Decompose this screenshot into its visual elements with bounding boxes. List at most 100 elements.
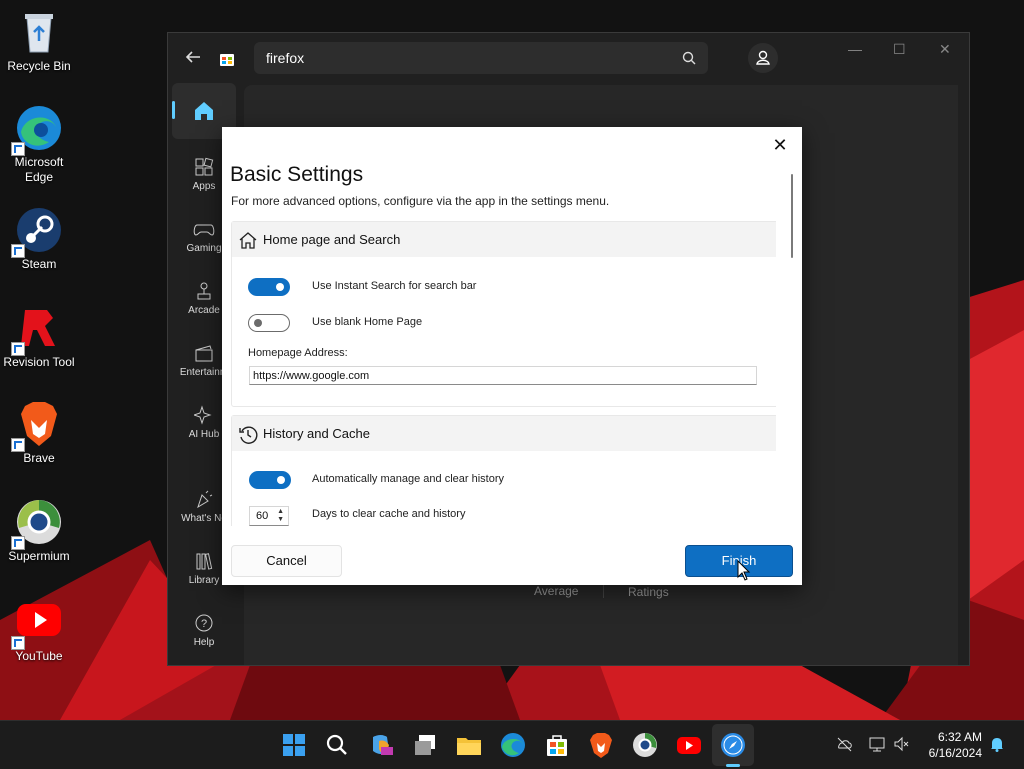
sidebar-label: Gaming [186, 243, 222, 254]
arcade-icon [197, 282, 211, 300]
toggle-row-auto-history: Automatically manage and clear history [232, 471, 772, 493]
back-button[interactable] [184, 48, 204, 68]
mouse-pointer-icon [737, 560, 751, 581]
toggle-row-blank-home: Use blank Home Page [232, 314, 772, 336]
file-explorer-icon[interactable] [455, 731, 483, 759]
desktop-icon-steam[interactable]: Steam [0, 206, 78, 272]
dialog-subtitle: For more advanced options, configure via… [231, 194, 610, 208]
home-outline-icon [239, 232, 257, 249]
cancel-button[interactable]: Cancel [231, 545, 342, 577]
desktop-icon-revision-tool[interactable]: Revision Tool [0, 304, 78, 370]
desktop-icon-supermium[interactable]: Supermium [0, 498, 78, 564]
task-view-icon[interactable] [411, 731, 439, 759]
dialog-title: Basic Settings [230, 163, 364, 186]
blank-home-toggle[interactable] [248, 314, 290, 332]
gaming-icon [193, 224, 215, 236]
help-icon: ? [195, 614, 213, 632]
ai-hub-icon [194, 405, 212, 425]
basic-settings-dialog: ✕ Basic Settings For more advanced optio… [222, 127, 802, 585]
home-icon [195, 102, 213, 120]
sidebar-label: Apps [192, 181, 216, 192]
sidebar-label: Library [188, 575, 220, 586]
sidebar-label: What's Ne [181, 513, 227, 524]
store-logo-icon [218, 49, 236, 67]
brave-taskbar-icon[interactable] [587, 731, 615, 759]
supermium-icon [11, 498, 63, 550]
clock-time: 6:32 AM [937, 730, 982, 744]
divider [603, 584, 604, 598]
youtube-icon [11, 598, 63, 650]
volume-muted-icon[interactable] [893, 735, 911, 753]
close-dialog-button[interactable]: ✕ [770, 135, 790, 155]
edge-icon [11, 104, 63, 156]
shortcut-arrow-icon [11, 536, 25, 550]
store-search-input[interactable]: firefox [254, 42, 708, 74]
section-header: History and Cache [232, 416, 776, 451]
stepper-label: Days to clear cache and history [312, 508, 466, 520]
desktop-icon-label: Microsoft Edge [14, 155, 64, 184]
average-label: Average [534, 584, 579, 598]
taskbar: 6:32 AM 6/16/2024 [0, 720, 1024, 769]
homepage-address-label: Homepage Address: [248, 347, 348, 359]
shortcut-arrow-icon [11, 438, 25, 452]
section-home-search: Home page and Search Use Instant Search … [231, 221, 776, 407]
maximize-button[interactable]: ☐ [893, 41, 906, 58]
edge-taskbar-icon[interactable] [499, 731, 527, 759]
recycle-bin-icon [15, 8, 63, 56]
toggle-label: Use Instant Search for search bar [312, 280, 477, 292]
desktop-icon-label: Steam [21, 257, 57, 271]
network-icon[interactable] [868, 735, 886, 753]
notification-bell-icon[interactable] [988, 735, 1006, 753]
section-title: History and Cache [263, 426, 370, 441]
brave-icon [11, 400, 63, 452]
desktop-icon-edge[interactable]: Microsoft Edge [0, 104, 78, 185]
days-stepper-row: 60 ▲ ▼ Days to clear cache and history [232, 506, 772, 526]
sidebar-label: Entertainm [179, 367, 229, 378]
ratings-label: Ratings [628, 585, 669, 599]
shortcut-arrow-icon [11, 142, 25, 156]
supermium-taskbar-icon[interactable] [631, 731, 659, 759]
active-app-indicator [726, 764, 740, 767]
close-window-button[interactable]: ✕ [939, 41, 951, 58]
account-button[interactable] [748, 43, 778, 73]
whats-new-icon [197, 490, 213, 509]
desktop-icon-recycle-bin[interactable]: Recycle Bin [0, 8, 78, 74]
desktop-icon-brave[interactable]: Brave [0, 400, 78, 466]
instant-search-toggle[interactable] [248, 278, 290, 296]
section-title: Home page and Search [263, 232, 401, 247]
desktop-icon-label: Revision Tool [3, 355, 75, 369]
steam-icon [11, 206, 63, 258]
library-icon [196, 553, 213, 570]
entertainment-icon [195, 345, 213, 362]
search-icon[interactable] [323, 731, 351, 759]
cloud-offline-icon[interactable] [835, 735, 853, 753]
taskbar-clock[interactable]: 6:32 AM 6/16/2024 [929, 729, 982, 761]
search-value: firefox [266, 50, 305, 66]
toggle-row-instant-search: Use Instant Search for search bar [232, 278, 772, 300]
stepper-arrows-icon[interactable]: ▲ ▼ [277, 508, 284, 524]
sidebar-label: Arcade [188, 305, 220, 316]
active-indicator [172, 101, 175, 119]
compass-app-icon[interactable] [719, 731, 747, 759]
copilot-icon[interactable] [367, 731, 395, 759]
sidebar-item-help[interactable]: ? Help [168, 613, 240, 648]
back-arrow-icon [185, 51, 200, 63]
scrollbar-thumb[interactable] [791, 174, 793, 258]
desktop-icon-label: Supermium [8, 549, 70, 563]
desktop-icon-label: Brave [23, 451, 55, 465]
auto-history-toggle[interactable] [249, 471, 291, 489]
shortcut-arrow-icon [11, 342, 25, 356]
apps-icon [195, 157, 214, 176]
days-stepper[interactable]: 60 ▲ ▼ [249, 506, 289, 526]
search-icon[interactable] [682, 51, 696, 65]
homepage-address-input[interactable]: https://www.google.com [249, 366, 757, 385]
stepper-value: 60 [256, 510, 269, 522]
youtube-taskbar-icon[interactable] [675, 731, 703, 759]
sidebar-label: Help [193, 637, 215, 648]
desktop-icon-youtube[interactable]: YouTube [0, 598, 78, 664]
start-icon[interactable] [280, 731, 308, 759]
minimize-button[interactable]: — [848, 41, 862, 57]
desktop-icon-label: YouTube [15, 649, 63, 663]
section-history-cache: History and Cache Automatically manage a… [231, 415, 776, 526]
store-taskbar-icon[interactable] [543, 731, 571, 759]
